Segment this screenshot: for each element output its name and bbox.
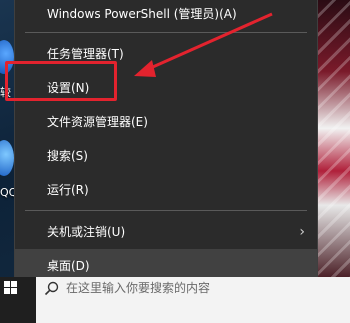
taskbar: 在这里输入你要搜索的内容 [0,277,350,323]
windows-logo-icon [4,281,18,295]
search-icon [44,281,59,296]
menu-item-powershell-admin[interactable]: Windows PowerShell (管理员)(A) [15,0,317,31]
winx-context-menu: Windows PowerShell (管理员)(A) 任务管理器(T) 设置(… [14,0,318,283]
chevron-right-icon: › [299,224,305,240]
start-button[interactable] [0,277,30,323]
wallpaper-right [318,0,350,285]
menu-separator [25,32,307,33]
menu-separator [25,210,307,211]
menu-item-file-explorer[interactable]: 文件资源管理器(E) [15,105,317,139]
menu-item-label: 关机或注销(U) [47,225,126,239]
menu-item-shutdown-signout[interactable]: 关机或注销(U) › [15,215,317,249]
annotation-highlight-box [5,61,117,101]
taskbar-search-box[interactable]: 在这里输入你要搜索的内容 [36,277,350,323]
menu-item-run[interactable]: 运行(R) [15,173,317,207]
search-placeholder: 在这里输入你要搜索的内容 [66,281,211,295]
menu-item-search[interactable]: 搜索(S) [15,139,317,173]
qq-icon[interactable] [0,140,14,176]
